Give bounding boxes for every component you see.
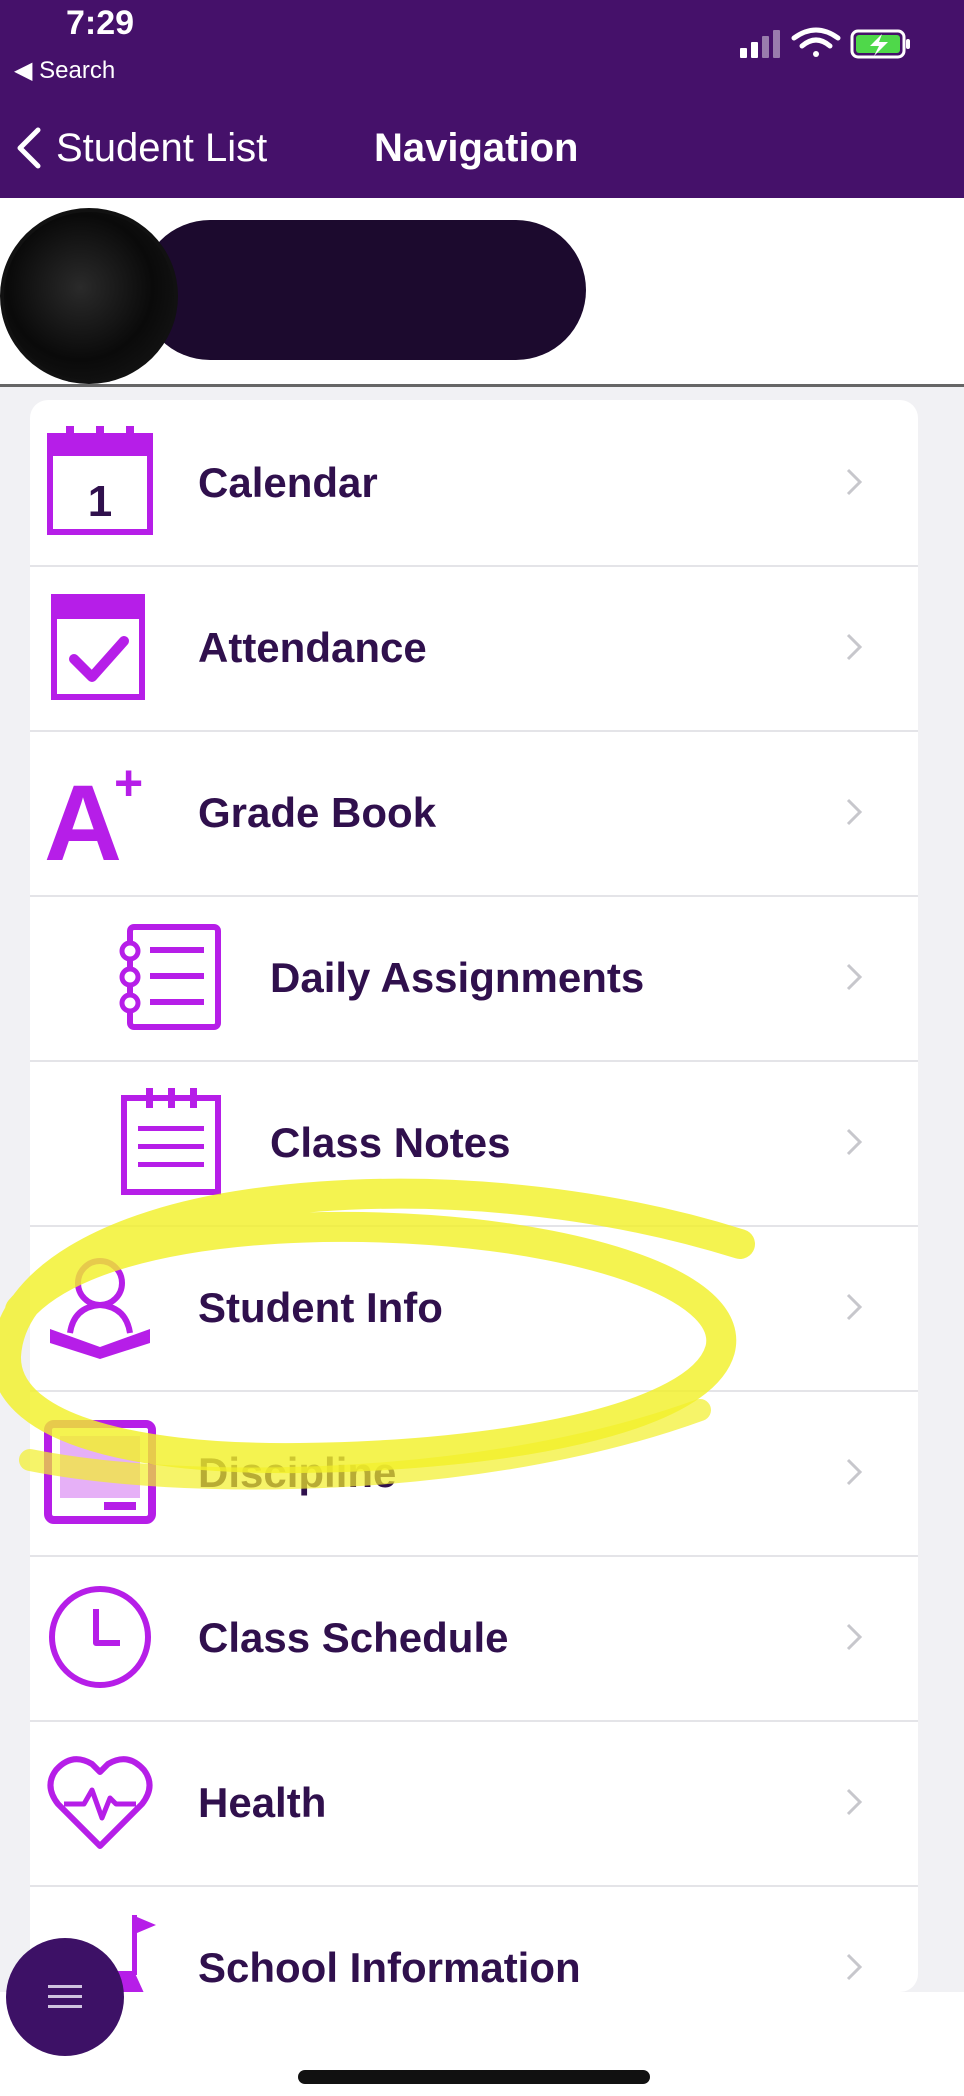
grade-plus: + (114, 756, 143, 811)
menu-item-label: School Information (198, 1944, 581, 1991)
menu-item-label: Student Info (198, 1284, 443, 1331)
chevron-right-icon (846, 1623, 863, 1651)
menu-item-attendance[interactable]: Attendance (30, 565, 918, 732)
status-icons (740, 27, 910, 59)
hamburger-menu-icon (48, 1985, 82, 2008)
chevron-left-icon (17, 127, 41, 169)
menu-item-class-schedule[interactable]: Class Schedule (30, 1555, 918, 1722)
redacted-student-name (140, 220, 586, 360)
battery-charging-icon (850, 29, 910, 59)
menu-item-label: Daily Assignments (270, 954, 645, 1001)
menu-item-grade-book[interactable]: A + Grade Book (30, 730, 918, 897)
heart-pulse-icon (47, 1756, 153, 1849)
status-back-link[interactable]: ◀ Search (14, 56, 115, 85)
menu-item-class-notes[interactable]: Class Notes (30, 1060, 918, 1227)
calendar-icon-number: 1 (88, 477, 112, 526)
menu-item-label: Class Notes (270, 1119, 511, 1166)
menu-item-label: Class Schedule (198, 1614, 509, 1661)
menu-item-discipline[interactable]: Discipline (30, 1390, 918, 1557)
attendance-check-icon (51, 594, 145, 700)
student-profile-header[interactable] (0, 198, 964, 387)
notebook-list-icon (119, 924, 221, 1030)
menu-item-label: Discipline (198, 1449, 397, 1496)
calendar-icon: 1 (47, 426, 153, 535)
menu-item-label: Health (198, 1779, 327, 1826)
chevron-right-icon (846, 1788, 863, 1816)
back-label: Student List (56, 125, 268, 170)
discipline-board-icon (44, 1420, 156, 1524)
navigation-menu-list: 1 Calendar Attendance A + Grade Book Dai… (30, 400, 918, 1992)
menu-item-school-information[interactable]: School Information (30, 1885, 918, 1992)
notepad-icon (121, 1088, 221, 1195)
student-reading-icon (50, 1258, 150, 1359)
chevron-right-icon (846, 1128, 863, 1156)
grade-letter: A (44, 762, 122, 868)
menu-fab-button[interactable] (6, 1938, 124, 2056)
wifi-icon (791, 27, 841, 57)
chevron-right-icon (846, 798, 863, 826)
chevron-right-icon (846, 468, 863, 496)
menu-item-daily-assignments[interactable]: Daily Assignments (30, 895, 918, 1062)
menu-item-label: Calendar (198, 459, 378, 506)
status-time: 7:29 (66, 4, 135, 42)
menu-item-student-info[interactable]: Student Info (30, 1225, 918, 1392)
cellular-signal-icon (740, 30, 780, 58)
menu-item-label: Grade Book (198, 789, 437, 836)
clock-icon (49, 1586, 151, 1688)
grade-a-plus-icon: A + (44, 756, 143, 868)
back-to-student-list-button[interactable]: Student List (14, 118, 267, 178)
student-avatar (0, 208, 178, 384)
chevron-right-icon (846, 1458, 863, 1486)
chevron-right-icon (846, 1293, 863, 1321)
home-indicator[interactable] (298, 2070, 650, 2084)
page-title: Navigation (374, 126, 579, 170)
chevron-right-icon (846, 633, 863, 661)
menu-item-label: Attendance (198, 624, 427, 671)
menu-item-calendar[interactable]: 1 Calendar (30, 400, 918, 567)
chevron-right-icon (846, 1953, 863, 1981)
chevron-right-icon (846, 963, 863, 991)
top-bar: 7:29 ◀ Search Student List Navigation (0, 0, 964, 198)
menu-item-health[interactable]: Health (30, 1720, 918, 1887)
